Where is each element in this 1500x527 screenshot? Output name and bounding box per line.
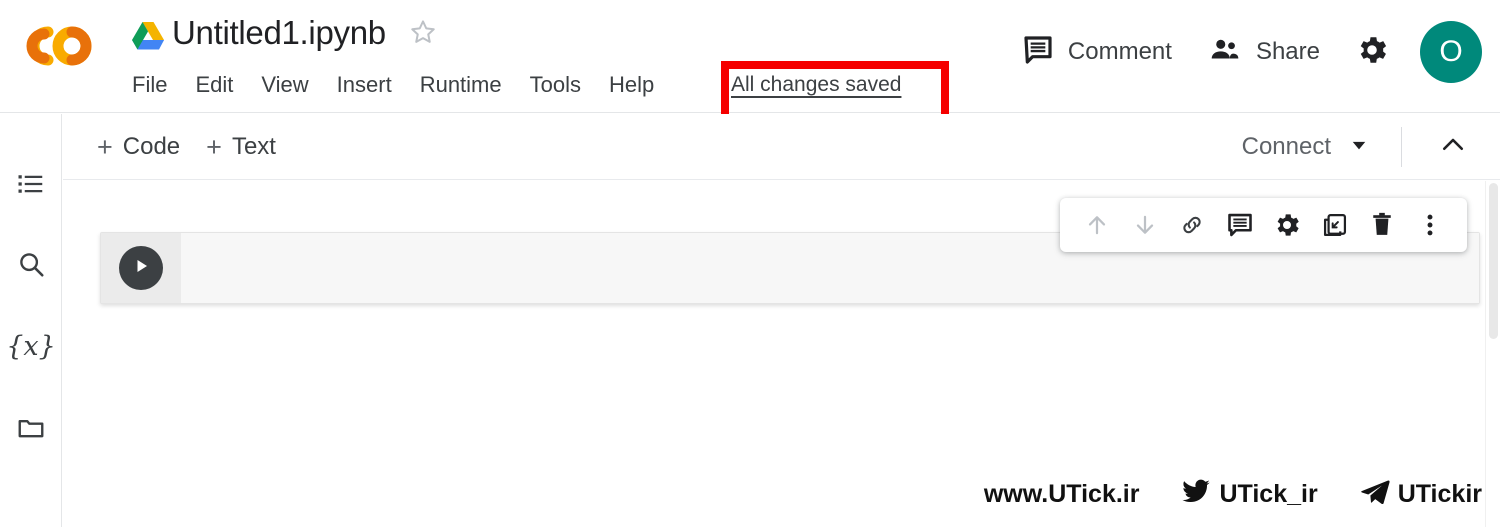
website-watermark: www.UTick.ir [984, 480, 1140, 509]
menu-item-tools[interactable]: Tools [516, 68, 595, 102]
chevron-up-icon [1438, 130, 1468, 165]
vertical-scrollbar[interactable] [1485, 181, 1500, 527]
move-cell-down-icon[interactable] [1126, 206, 1164, 244]
menu-item-file[interactable]: File [118, 68, 181, 102]
star-outline-icon[interactable] [408, 17, 438, 47]
table-of-contents-icon [16, 169, 46, 204]
scrollbar-thumb[interactable] [1489, 183, 1498, 339]
toolbar-divider [1401, 127, 1402, 167]
plus-icon: + [206, 131, 222, 162]
telegram-watermark-text: UTickir [1397, 479, 1482, 508]
add-text-cell-button[interactable]: + Text [206, 133, 276, 161]
comment-icon [1022, 34, 1054, 71]
gear-icon [1354, 32, 1390, 73]
menu-item-insert[interactable]: Insert [323, 68, 406, 102]
website-watermark-text: www.UTick.ir [983, 479, 1140, 508]
people-share-icon [1208, 33, 1242, 72]
left-sidebar: {x} [0, 114, 62, 527]
connect-group: Connect [1242, 114, 1478, 180]
add-code-cell-button[interactable]: + Code [97, 133, 180, 161]
cell-gutter [101, 233, 181, 303]
menu-item-view[interactable]: View [247, 68, 322, 102]
app-header: Untitled1.ipynb File Edit View Insert Ru… [0, 0, 1500, 124]
notebook-body: www.UTick.ir UTick_ir UTickir [63, 181, 1500, 527]
header-actions: Comment Share O [1004, 16, 1482, 88]
plus-icon: + [97, 131, 113, 162]
run-cell-button[interactable] [119, 246, 163, 290]
share-label: Share [1255, 38, 1320, 65]
telegram-watermark: UTickir [1358, 477, 1482, 512]
twitter-bird-icon [1179, 477, 1213, 512]
connect-button[interactable]: Connect [1242, 133, 1375, 161]
document-title-row: Untitled1.ipynb [172, 8, 438, 56]
play-icon [129, 254, 153, 283]
link-to-cell-icon[interactable] [1173, 206, 1211, 244]
save-status-link[interactable]: All changes saved [731, 68, 941, 102]
sidebar-item-files[interactable] [0, 400, 62, 460]
notebook-toolbar: + Code + Text Connect [63, 114, 1500, 180]
mirror-cell-in-tab-icon[interactable] [1316, 206, 1354, 244]
page-title[interactable]: Untitled1.ipynb [172, 16, 386, 49]
avatar[interactable]: O [1420, 21, 1482, 83]
search-icon [16, 249, 46, 284]
menu-item-help[interactable]: Help [595, 68, 668, 102]
add-comment-icon[interactable] [1221, 206, 1259, 244]
google-drive-icon[interactable] [130, 20, 166, 52]
avatar-initial: O [1439, 35, 1463, 68]
save-status-wrap: All changes saved [731, 68, 941, 102]
sidebar-item-table-of-contents[interactable] [0, 156, 62, 216]
twitter-watermark-text: UTick_ir [1219, 479, 1318, 508]
delete-cell-icon[interactable] [1363, 206, 1401, 244]
colab-window: Untitled1.ipynb File Edit View Insert Ru… [0, 0, 1500, 527]
telegram-plane-icon [1358, 477, 1392, 512]
add-cell-buttons: + Code + Text [97, 114, 276, 180]
settings-button[interactable] [1338, 32, 1406, 73]
colab-logo[interactable] [14, 20, 96, 72]
twitter-watermark: UTick_ir [1179, 477, 1318, 512]
cell-settings-icon[interactable] [1268, 206, 1306, 244]
comment-button[interactable]: Comment [1004, 34, 1190, 71]
variables-icon: {x} [6, 330, 56, 362]
comment-label: Comment [1067, 38, 1172, 65]
add-code-label: Code [122, 133, 181, 160]
menu-item-edit[interactable]: Edit [181, 68, 247, 102]
collapse-toolbar-button[interactable] [1428, 130, 1478, 165]
menu-bar: File Edit View Insert Runtime Tools Help [118, 68, 668, 102]
folder-icon [16, 413, 46, 448]
add-text-label: Text [231, 133, 276, 160]
cell-action-toolbar [1060, 198, 1467, 252]
caret-down-icon [1349, 135, 1369, 160]
move-cell-up-icon[interactable] [1078, 206, 1116, 244]
share-button[interactable]: Share [1190, 33, 1338, 72]
watermark-row: www.UTick.ir UTick_ir UTickir [984, 473, 1482, 515]
more-options-icon[interactable] [1411, 206, 1449, 244]
connect-label: Connect [1241, 133, 1331, 160]
sidebar-item-variables[interactable]: {x} [0, 316, 62, 376]
menu-item-runtime[interactable]: Runtime [406, 68, 516, 102]
sidebar-item-search[interactable] [0, 236, 62, 296]
